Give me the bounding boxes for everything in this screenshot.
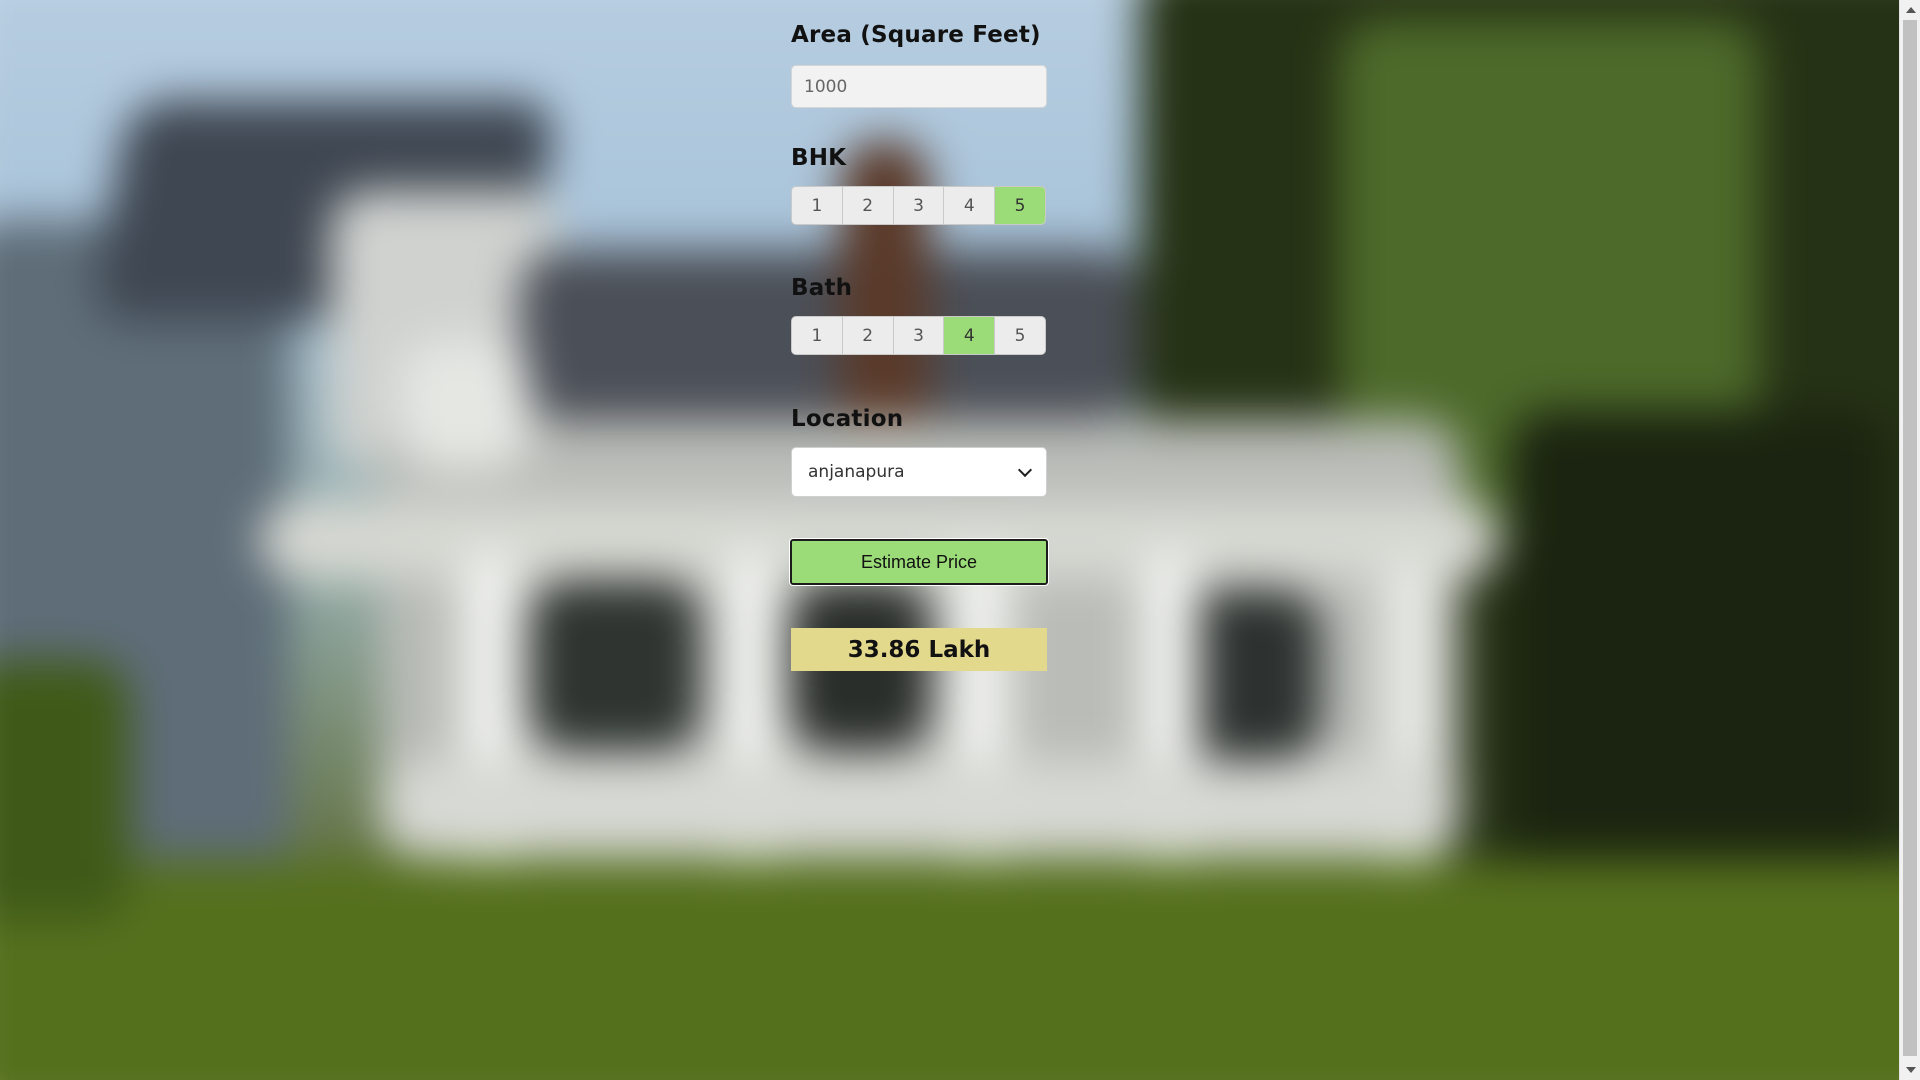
bath-selector: 12345 [791, 316, 1046, 355]
bath-option-4[interactable]: 4 [944, 317, 996, 354]
bath-option-5[interactable]: 5 [995, 317, 1045, 354]
bhk-option-4[interactable]: 4 [944, 187, 996, 224]
location-label: Location [791, 406, 904, 432]
bhk-label: BHK [791, 145, 847, 171]
bhk-option-2[interactable]: 2 [842, 187, 894, 224]
page-viewport: Area (Square Feet) BHK 12345 Bath 12345 … [0, 0, 1899, 1080]
bath-option-3[interactable]: 3 [893, 317, 945, 354]
chevron-down-icon [1017, 462, 1033, 477]
bath-option-1[interactable]: 1 [792, 317, 843, 354]
bhk-option-5[interactable]: 5 [995, 187, 1045, 224]
location-select[interactable]: anjanapura [791, 447, 1047, 497]
bhk-selector: 12345 [791, 186, 1046, 225]
estimate-price-button[interactable]: Estimate Price [789, 538, 1049, 586]
bath-option-2[interactable]: 2 [842, 317, 894, 354]
scrollbar-thumb[interactable] [1903, 20, 1917, 1056]
scroll-up-arrow-icon[interactable] [1906, 7, 1916, 13]
vertical-scrollbar[interactable] [1899, 0, 1920, 1080]
bhk-option-3[interactable]: 3 [893, 187, 945, 224]
scroll-down-arrow-icon[interactable] [1906, 1067, 1916, 1073]
bhk-option-1[interactable]: 1 [792, 187, 843, 224]
area-input[interactable] [791, 65, 1047, 108]
area-label: Area (Square Feet) [791, 22, 1041, 48]
bath-label: Bath [791, 275, 853, 301]
location-selected-value: anjanapura [808, 462, 905, 482]
estimated-price-result: 33.86 Lakh [791, 628, 1047, 671]
